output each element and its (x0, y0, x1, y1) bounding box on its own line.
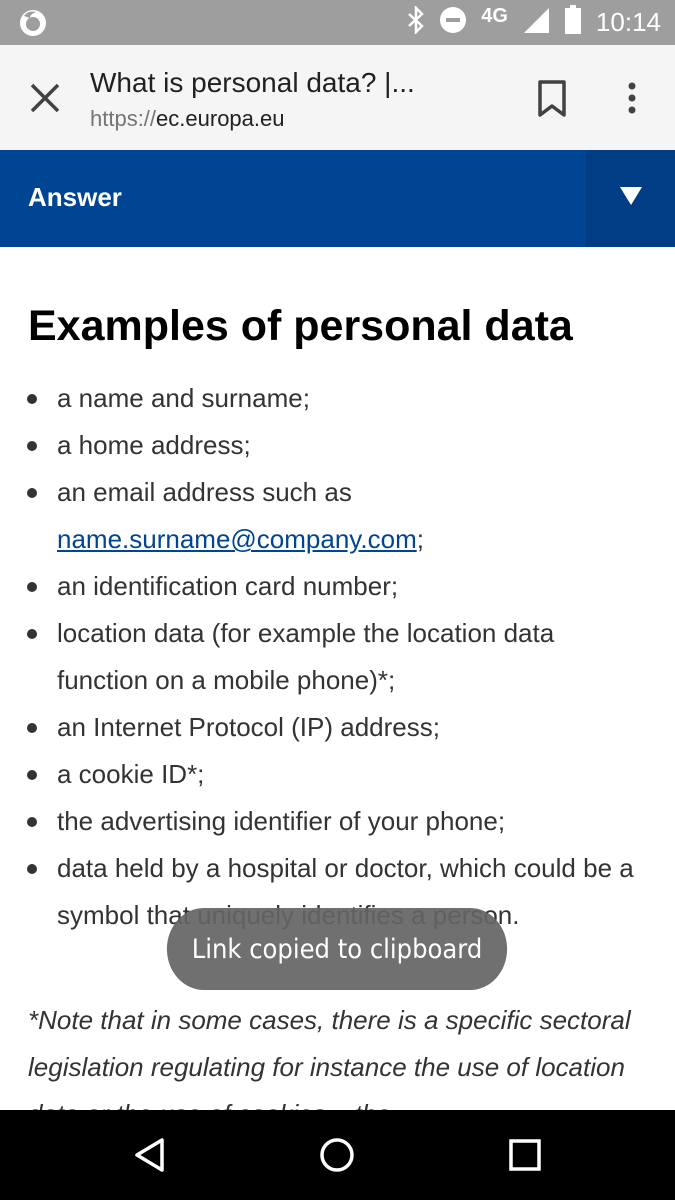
toast-message: Link copied to clipboard (166, 908, 508, 990)
url-scheme: https:// (90, 106, 157, 131)
home-icon[interactable] (319, 1137, 355, 1173)
caret-down-icon (620, 187, 642, 205)
more-options-icon[interactable] (620, 81, 644, 117)
recents-icon[interactable] (507, 1137, 543, 1173)
battery-icon (564, 5, 582, 40)
list-item-text: location data (for example the location … (57, 618, 555, 695)
list-item: location data (for example the location … (0, 610, 675, 704)
bullet-icon (27, 394, 37, 404)
bullet-icon (27, 723, 37, 733)
email-suffix: ; (416, 524, 424, 554)
list-item: an identification card number; (0, 563, 675, 610)
bullet-icon (27, 629, 37, 639)
list-item: a home address; (0, 422, 675, 469)
bullet-icon (27, 582, 37, 592)
do-not-disturb-icon (439, 6, 467, 39)
status-bar: 4G 10:14 (0, 0, 675, 45)
list-item-text: an Internet Protocol (IP) address; (57, 712, 440, 742)
bullet-icon (27, 441, 37, 451)
list-item-text: a name and surname; (57, 383, 310, 413)
bullet-icon (27, 864, 37, 874)
page-title: What is personal data? |... (90, 67, 415, 98)
system-nav-bar (0, 1110, 675, 1200)
list-item-text: the advertising identifier of your phone… (57, 806, 506, 836)
list-item: a name and surname; (0, 375, 675, 422)
list-item: a cookie ID*; (0, 751, 675, 798)
list-item-text: a home address; (57, 430, 251, 460)
answer-section-header[interactable]: Answer (0, 150, 675, 247)
network-type: 4G (481, 5, 508, 27)
browser-toolbar: What is personal data? |... https://ec.e… (0, 45, 675, 150)
list-item: an Internet Protocol (IP) address; (0, 704, 675, 751)
list-item-text: an email address such as (57, 477, 352, 507)
back-icon[interactable] (132, 1137, 168, 1173)
bullet-icon (27, 817, 37, 827)
firefox-icon (18, 8, 48, 38)
section-heading: Examples of personal data (28, 302, 573, 350)
bluetooth-icon (407, 4, 425, 39)
personal-data-list: a name and surname; a home address; an e… (0, 375, 675, 939)
url-host: ec.europa.eu (156, 106, 285, 131)
list-item: an email address such as name.surname@com… (0, 469, 675, 563)
email-link[interactable]: name.surname@company.com (57, 524, 417, 554)
footnote: *Note that in some cases, there is a spe… (28, 1005, 631, 1110)
signal-icon (522, 6, 550, 39)
close-icon[interactable] (26, 79, 64, 117)
bookmark-icon[interactable] (536, 79, 568, 119)
expand-toggle[interactable] (586, 150, 675, 247)
list-item-text: an identification card number; (57, 571, 399, 601)
page-url: https://ec.europa.eu (90, 106, 284, 132)
answer-label: Answer (28, 182, 122, 212)
list-item-text: a cookie ID*; (57, 759, 205, 789)
bullet-icon (27, 770, 37, 780)
clock: 10:14 (595, 7, 661, 37)
bullet-icon (27, 488, 37, 498)
list-item: the advertising identifier of your phone… (0, 798, 675, 845)
